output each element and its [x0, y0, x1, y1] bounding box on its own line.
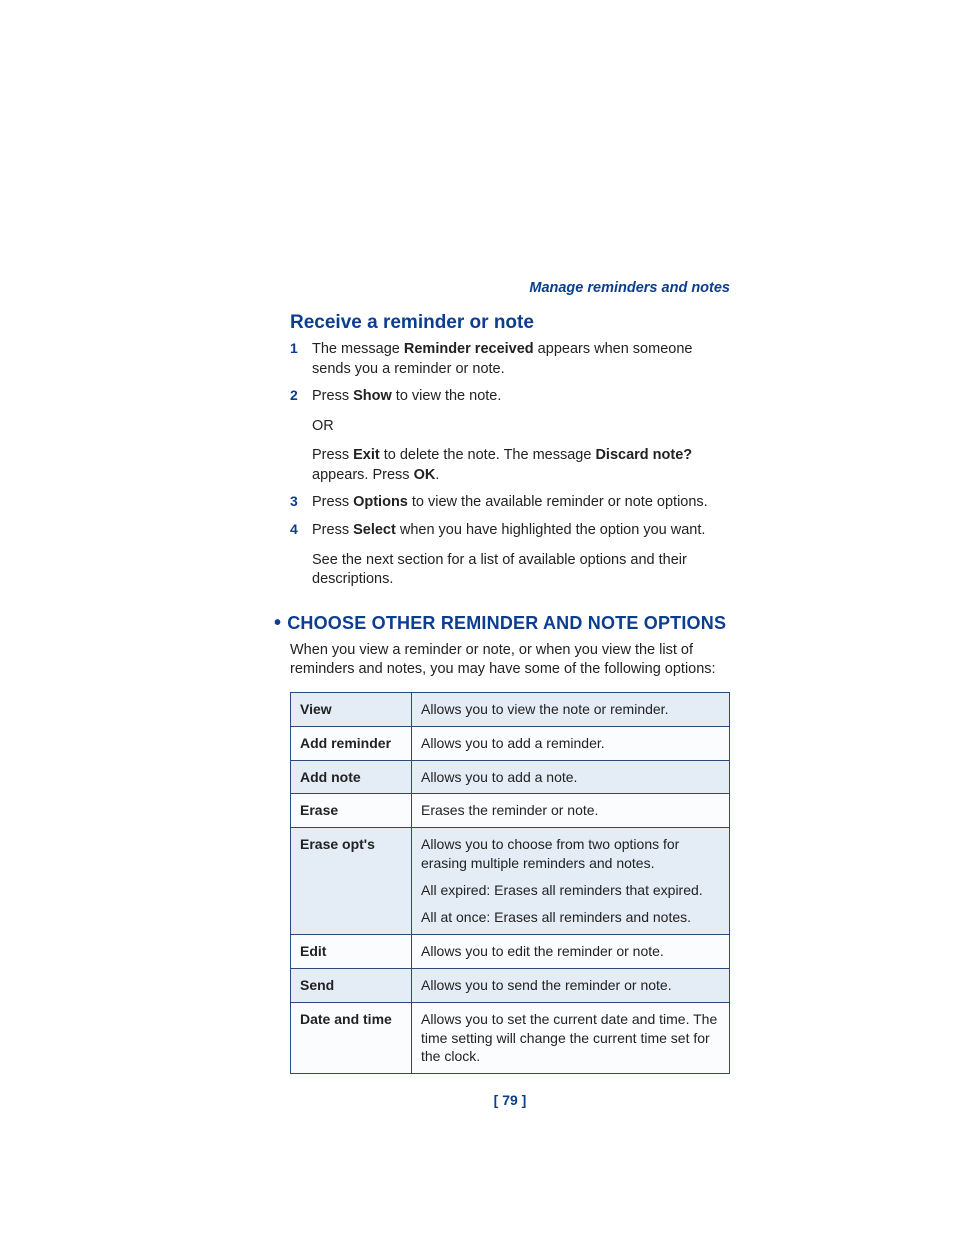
bullet-icon: • — [274, 612, 281, 634]
step-body: Press Show to view the note. OR Press Exit… — [312, 387, 730, 485]
step-number: 4 — [290, 521, 312, 590]
section-intro: When you view a reminder or note, or whe… — [290, 641, 730, 680]
option-name: Add reminder — [291, 726, 412, 760]
step-line: See the next section for a list of avail… — [312, 551, 730, 590]
option-description-line: All at once: Erases all reminders and no… — [421, 908, 720, 927]
page-number: [ 79 ] — [290, 1092, 730, 1108]
option-description: Allows you to send the reminder or note. — [412, 968, 730, 1002]
option-description-line: Allows you to view the note or reminder. — [421, 700, 720, 719]
step-number: 3 — [290, 493, 312, 513]
option-description-line: Erases the reminder or note. — [421, 801, 720, 820]
table-row: Add reminder Allows you to add a reminder… — [291, 726, 730, 760]
step-line: Press Exit to delete the note. The messa… — [312, 446, 730, 485]
table-row: Erase opt'sAllows you to choose from two… — [291, 828, 730, 935]
table-row: Send Allows you to send the reminder or n… — [291, 968, 730, 1002]
option-description-line: Allows you to edit the reminder or note. — [421, 942, 720, 961]
step-body: Press Options to view the available remi… — [312, 493, 730, 513]
option-description: Erases the reminder or note. — [412, 794, 730, 828]
section-title-choose-text: CHOOSE OTHER REMINDER AND NOTE OPTIONS — [287, 613, 726, 633]
step-body: Press Select when you have highlighted t… — [312, 521, 730, 590]
option-name: Date and time — [291, 1002, 412, 1074]
options-table: View Allows you to view the note or remin… — [290, 692, 730, 1075]
page-header-label: Manage reminders and notes — [290, 280, 730, 296]
step-item: 3Press Options to view the available rem… — [290, 493, 730, 513]
option-name: Edit — [291, 934, 412, 968]
step-item: 4Press Select when you have highlighted … — [290, 521, 730, 590]
step-number: 1 — [290, 340, 312, 379]
option-description-line: Allows you to add a note. — [421, 768, 720, 787]
option-description: Allows you to set the current date and t… — [412, 1002, 730, 1074]
option-description-line: Allows you to add a reminder. — [421, 734, 720, 753]
table-row: Date and timeAllows you to set the curre… — [291, 1002, 730, 1074]
option-name: View — [291, 692, 412, 726]
section-title-choose: • CHOOSE OTHER REMINDER AND NOTE OPTIONS — [274, 612, 730, 635]
option-name: Send — [291, 968, 412, 1002]
option-description: Allows you to add a reminder. — [412, 726, 730, 760]
option-description-line: Allows you to set the current date and t… — [421, 1010, 720, 1067]
option-description-line: Allows you to choose from two options fo… — [421, 835, 720, 873]
option-name: Erase opt's — [291, 828, 412, 935]
option-name: Add note — [291, 760, 412, 794]
option-description: Allows you to view the note or reminder. — [412, 692, 730, 726]
step-line: Press Show to view the note. — [312, 387, 730, 407]
table-row: Edit Allows you to edit the reminder or n… — [291, 934, 730, 968]
step-line: OR — [312, 417, 730, 437]
option-description: Allows you to edit the reminder or note. — [412, 934, 730, 968]
step-number: 2 — [290, 387, 312, 485]
step-item: 1The message Reminder received appears w… — [290, 340, 730, 379]
step-line: Press Select when you have highlighted t… — [312, 521, 730, 541]
table-row: View Allows you to view the note or remin… — [291, 692, 730, 726]
step-line: Press Options to view the available remi… — [312, 493, 730, 513]
option-description: Allows you to add a note. — [412, 760, 730, 794]
ordered-steps: 1The message Reminder received appears w… — [290, 340, 730, 590]
document-page: Manage reminders and notes Receive a rem… — [290, 280, 730, 1108]
option-description-line: Allows you to send the reminder or note. — [421, 976, 720, 995]
section-title-receive: Receive a reminder or note — [290, 312, 730, 334]
step-body: The message Reminder received appears wh… — [312, 340, 730, 379]
option-description: Allows you to choose from two options fo… — [412, 828, 730, 935]
step-line: The message Reminder received appears wh… — [312, 340, 730, 379]
option-name: Erase — [291, 794, 412, 828]
option-description-line: All expired: Erases all reminders that e… — [421, 881, 720, 900]
step-item: 2Press Show to view the note. OR Press Exi… — [290, 387, 730, 485]
table-row: Add note Allows you to add a note. — [291, 760, 730, 794]
table-row: Erase Erases the reminder or note. — [291, 794, 730, 828]
